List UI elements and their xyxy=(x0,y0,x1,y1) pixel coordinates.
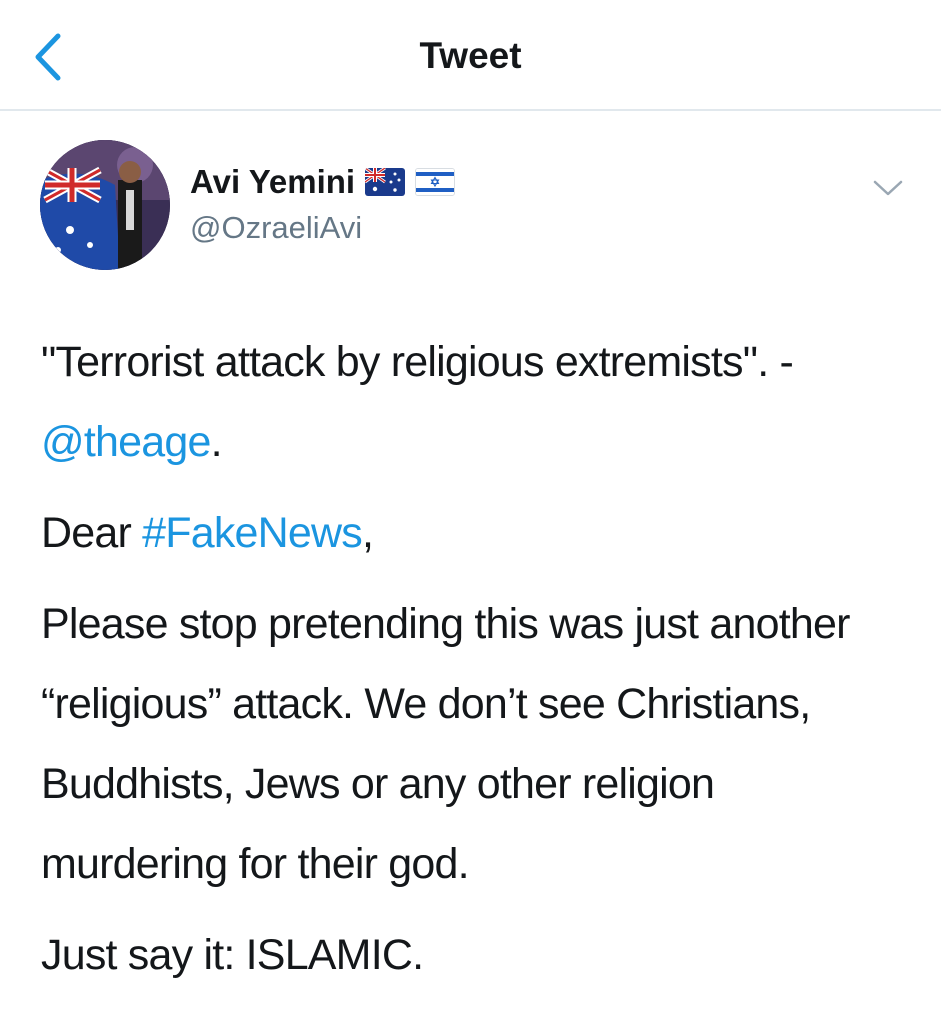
author-name-row[interactable]: Avi Yemini xyxy=(190,158,456,206)
mention-link[interactable]: @theage xyxy=(41,418,211,466)
tweet-text: "Terrorist attack by religious extremist… xyxy=(41,322,911,1006)
tweet-paragraph-3: Please stop pretending this was just ano… xyxy=(41,600,850,888)
tweet-period: . xyxy=(210,418,223,466)
display-name: Avi Yemini xyxy=(190,163,356,200)
tweet-comma: , xyxy=(362,509,374,557)
page-title: Tweet xyxy=(419,35,522,76)
tweet-screen: Tweet Avi Yemini @OzraeliAvi "Terrorist … xyxy=(0,0,941,1024)
navigation-header: Tweet xyxy=(0,0,941,111)
tweet-paragraph-4: Just say it: ISLAMIC. xyxy=(41,931,424,979)
tweet-paragraph-1: "Terrorist attack by religious extremist… xyxy=(41,322,911,482)
author-handle[interactable]: @OzraeliAvi xyxy=(190,208,362,248)
chevron-down-icon xyxy=(873,180,903,196)
israel-flag-icon xyxy=(415,168,456,196)
more-options-button[interactable] xyxy=(868,173,908,203)
tweet-paragraph-2: Dear #FakeNews, xyxy=(41,493,911,573)
australia-flag-icon xyxy=(365,168,406,196)
avatar[interactable] xyxy=(40,140,170,270)
avatar-image xyxy=(40,140,170,270)
hashtag-link[interactable]: #FakeNews xyxy=(142,509,363,557)
tweet-quote-text: "Terrorist attack by religious extremist… xyxy=(41,338,794,386)
tweet-salutation: Dear xyxy=(41,509,143,557)
